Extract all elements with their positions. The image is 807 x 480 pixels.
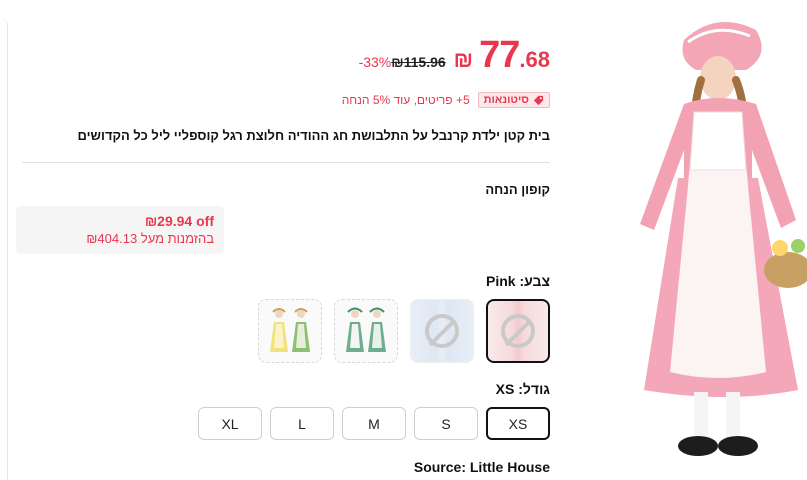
product-info-panel: -33%₪115.96 ₪ 77 .68 סיטונאות 5+ פריטים,… bbox=[16, 0, 556, 480]
ban-icon bbox=[425, 314, 459, 348]
current-price-integer: 77 bbox=[479, 34, 520, 76]
coupon-amount: ₪29.94 off bbox=[144, 213, 214, 229]
color-label: צבע: Pink bbox=[486, 273, 550, 289]
bulk-promo: סיטונאות 5+ פריטים, עוד 5% הנחה bbox=[342, 92, 550, 108]
size-options: XS S M L XL bbox=[198, 407, 550, 440]
original-price: -33%₪115.96 bbox=[359, 54, 446, 70]
swatch-yellow[interactable] bbox=[258, 299, 322, 363]
discount-percent: -33% bbox=[358, 54, 392, 70]
wholesale-badge: סיטונאות bbox=[477, 92, 550, 108]
price-row: -33%₪115.96 ₪ 77 .68 bbox=[359, 34, 550, 77]
swatch-green[interactable] bbox=[334, 299, 398, 363]
size-option-m[interactable]: M bbox=[342, 407, 406, 440]
size-option-xl[interactable]: XL bbox=[198, 407, 262, 440]
swatch-blue[interactable] bbox=[410, 299, 474, 363]
coupon-label: קופון הנחה bbox=[485, 182, 550, 197]
divider bbox=[22, 162, 550, 163]
wholesale-badge-label: סיטונאות bbox=[483, 94, 529, 106]
size-option-l[interactable]: L bbox=[270, 407, 334, 440]
currency-symbol: ₪ bbox=[453, 47, 474, 72]
product-image[interactable] bbox=[566, 0, 807, 480]
yellow-dress-thumbnail bbox=[270, 308, 310, 352]
size-option-s[interactable]: S bbox=[414, 407, 478, 440]
green-dress-thumbnail bbox=[346, 307, 386, 352]
original-price-value: ₪115.96 bbox=[391, 54, 446, 70]
coupon-card[interactable]: ₪29.94 off בהזמנות מעל ₪404.13 bbox=[16, 206, 224, 254]
source-text: Source: Little House bbox=[413, 459, 550, 475]
coupon-minimum: בהזמנות מעל ₪404.13 bbox=[86, 231, 214, 246]
current-price-decimal: .68 bbox=[519, 47, 550, 72]
size-option-xs[interactable]: XS bbox=[486, 407, 550, 440]
bulk-promo-text: 5+ פריטים, עוד 5% הנחה bbox=[341, 93, 470, 107]
product-title: בית קטן ילדת קרנבל על התלבושת חג ההודיה … bbox=[77, 128, 550, 143]
scroll-container-edge bbox=[0, 18, 8, 480]
color-swatches bbox=[258, 299, 550, 363]
size-label: גודל: XS bbox=[495, 381, 550, 397]
swatch-pink[interactable] bbox=[486, 299, 550, 363]
ban-icon bbox=[501, 314, 535, 348]
tag-icon bbox=[533, 95, 544, 105]
